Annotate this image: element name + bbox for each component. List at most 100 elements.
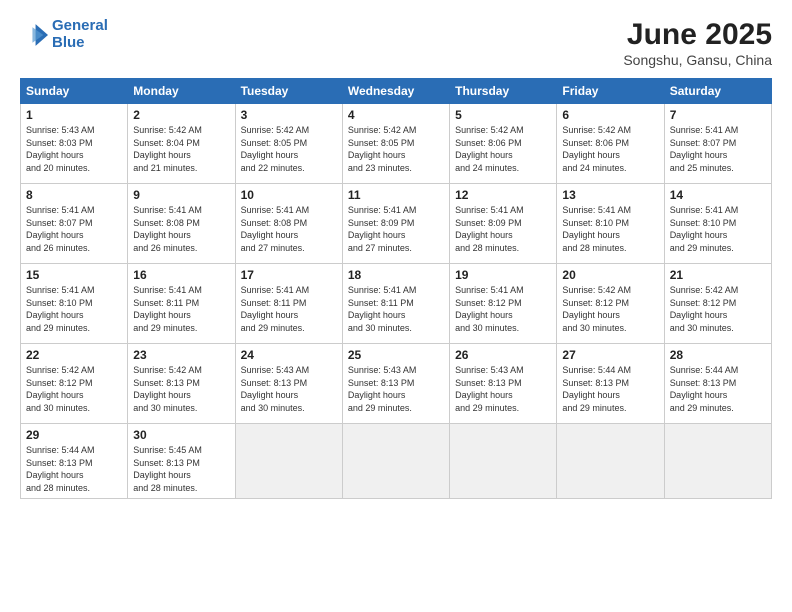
day-info: Sunrise: 5:43 AMSunset: 8:13 PMDaylight …: [455, 364, 551, 414]
calendar-cell: 14Sunrise: 5:41 AMSunset: 8:10 PMDayligh…: [664, 184, 771, 264]
calendar-cell: 30 Sunrise: 5:45 AMSunset: 8:13 PMDayligh…: [128, 424, 235, 499]
day-number: 6: [562, 108, 658, 122]
calendar-cell: [450, 424, 557, 499]
calendar-cell: 22 Sunrise: 5:42 AMSunset: 8:12 PMDayligh…: [21, 344, 128, 424]
day-number: 26: [455, 348, 551, 362]
calendar: SundayMondayTuesdayWednesdayThursdayFrid…: [20, 78, 772, 499]
calendar-cell: 16 Sunrise: 5:41 AMSunset: 8:11 PMDayligh…: [128, 264, 235, 344]
page: General Blue June 2025 Songshu, Gansu, C…: [0, 0, 792, 612]
day-number: 21: [670, 268, 766, 282]
calendar-week-row: 8 Sunrise: 5:41 AMSunset: 8:07 PMDaylight…: [21, 184, 772, 264]
calendar-cell: 4 Sunrise: 5:42 AMSunset: 8:05 PMDaylight…: [342, 104, 449, 184]
calendar-day-header: Saturday: [664, 79, 771, 104]
day-number: 11: [348, 188, 444, 202]
day-info: Sunrise: 5:41 AMSunset: 8:12 PMDaylight …: [455, 284, 551, 334]
calendar-day-header: Tuesday: [235, 79, 342, 104]
calendar-cell: 10 Sunrise: 5:41 AMSunset: 8:08 PMDayligh…: [235, 184, 342, 264]
main-title: June 2025: [623, 18, 772, 52]
header: General Blue June 2025 Songshu, Gansu, C…: [20, 18, 772, 68]
day-number: 16: [133, 268, 229, 282]
logo-text: General Blue: [52, 18, 108, 51]
day-number: 15: [26, 268, 122, 282]
calendar-cell: 12Sunrise: 5:41 AMSunset: 8:09 PMDayligh…: [450, 184, 557, 264]
calendar-cell: 5Sunrise: 5:42 AMSunset: 8:06 PMDaylight…: [450, 104, 557, 184]
day-info: Sunrise: 5:42 AMSunset: 8:04 PMDaylight …: [133, 124, 229, 174]
day-number: 13: [562, 188, 658, 202]
calendar-cell: 7Sunrise: 5:41 AMSunset: 8:07 PMDaylight…: [664, 104, 771, 184]
calendar-cell: 2 Sunrise: 5:42 AMSunset: 8:04 PMDaylight…: [128, 104, 235, 184]
logo: General Blue: [20, 18, 108, 51]
calendar-cell: 26 Sunrise: 5:43 AMSunset: 8:13 PMDayligh…: [450, 344, 557, 424]
title-block: June 2025 Songshu, Gansu, China: [623, 18, 772, 68]
day-info: Sunrise: 5:42 AMSunset: 8:05 PMDaylight …: [241, 124, 337, 174]
calendar-cell: 9 Sunrise: 5:41 AMSunset: 8:08 PMDaylight…: [128, 184, 235, 264]
day-info: Sunrise: 5:43 AMSunset: 8:13 PMDaylight …: [241, 364, 337, 414]
calendar-header-row: SundayMondayTuesdayWednesdayThursdayFrid…: [21, 79, 772, 104]
calendar-cell: 19 Sunrise: 5:41 AMSunset: 8:12 PMDayligh…: [450, 264, 557, 344]
calendar-cell: 23 Sunrise: 5:42 AMSunset: 8:13 PMDayligh…: [128, 344, 235, 424]
day-number: 23: [133, 348, 229, 362]
calendar-cell: 6 Sunrise: 5:42 AMSunset: 8:06 PMDaylight…: [557, 104, 664, 184]
calendar-day-header: Sunday: [21, 79, 128, 104]
day-info: Sunrise: 5:41 AMSunset: 8:08 PMDaylight …: [241, 204, 337, 254]
calendar-week-row: 1Sunrise: 5:43 AMSunset: 8:03 PMDaylight…: [21, 104, 772, 184]
calendar-week-row: 29Sunrise: 5:44 AMSunset: 8:13 PMDayligh…: [21, 424, 772, 499]
day-info: Sunrise: 5:41 AMSunset: 8:10 PMDaylight …: [26, 284, 122, 334]
day-number: 22: [26, 348, 122, 362]
day-info: Sunrise: 5:41 AMSunset: 8:11 PMDaylight …: [133, 284, 229, 334]
day-number: 8: [26, 188, 122, 202]
calendar-cell: 20 Sunrise: 5:42 AMSunset: 8:12 PMDayligh…: [557, 264, 664, 344]
logo-line1: General: [52, 17, 108, 34]
day-info: Sunrise: 5:41 AMSunset: 8:09 PMDaylight …: [348, 204, 444, 254]
day-number: 20: [562, 268, 658, 282]
day-number: 28: [670, 348, 766, 362]
calendar-week-row: 15 Sunrise: 5:41 AMSunset: 8:10 PMDayligh…: [21, 264, 772, 344]
calendar-cell: [235, 424, 342, 499]
calendar-cell: 15 Sunrise: 5:41 AMSunset: 8:10 PMDayligh…: [21, 264, 128, 344]
day-number: 1: [26, 108, 122, 122]
calendar-day-header: Friday: [557, 79, 664, 104]
day-number: 2: [133, 108, 229, 122]
day-info: Sunrise: 5:41 AMSunset: 8:11 PMDaylight …: [241, 284, 337, 334]
calendar-cell: [342, 424, 449, 499]
day-number: 24: [241, 348, 337, 362]
calendar-cell: [557, 424, 664, 499]
calendar-day-header: Monday: [128, 79, 235, 104]
logo-icon: [20, 21, 48, 49]
day-number: 30: [133, 428, 229, 442]
calendar-cell: 24 Sunrise: 5:43 AMSunset: 8:13 PMDayligh…: [235, 344, 342, 424]
day-number: 10: [241, 188, 337, 202]
day-number: 9: [133, 188, 229, 202]
day-info: Sunrise: 5:41 AMSunset: 8:10 PMDaylight …: [562, 204, 658, 254]
calendar-cell: 11 Sunrise: 5:41 AMSunset: 8:09 PMDayligh…: [342, 184, 449, 264]
day-info: Sunrise: 5:41 AMSunset: 8:08 PMDaylight …: [133, 204, 229, 254]
calendar-cell: 18 Sunrise: 5:41 AMSunset: 8:11 PMDayligh…: [342, 264, 449, 344]
day-number: 4: [348, 108, 444, 122]
calendar-cell: 21Sunrise: 5:42 AMSunset: 8:12 PMDayligh…: [664, 264, 771, 344]
day-info: Sunrise: 5:42 AMSunset: 8:12 PMDaylight …: [26, 364, 122, 414]
day-info: Sunrise: 5:44 AMSunset: 8:13 PMDaylight …: [670, 364, 766, 414]
calendar-cell: 25Sunrise: 5:43 AMSunset: 8:13 PMDayligh…: [342, 344, 449, 424]
day-info: Sunrise: 5:42 AMSunset: 8:12 PMDaylight …: [562, 284, 658, 334]
calendar-cell: 28 Sunrise: 5:44 AMSunset: 8:13 PMDayligh…: [664, 344, 771, 424]
day-info: Sunrise: 5:42 AMSunset: 8:06 PMDaylight …: [562, 124, 658, 174]
day-info: Sunrise: 5:41 AMSunset: 8:10 PMDaylight …: [670, 204, 766, 254]
calendar-cell: [664, 424, 771, 499]
day-number: 27: [562, 348, 658, 362]
day-info: Sunrise: 5:42 AMSunset: 8:13 PMDaylight …: [133, 364, 229, 414]
logo-line2: Blue: [52, 34, 85, 51]
calendar-cell: 13 Sunrise: 5:41 AMSunset: 8:10 PMDayligh…: [557, 184, 664, 264]
day-info: Sunrise: 5:41 AMSunset: 8:11 PMDaylight …: [348, 284, 444, 334]
calendar-week-row: 22 Sunrise: 5:42 AMSunset: 8:12 PMDayligh…: [21, 344, 772, 424]
day-number: 19: [455, 268, 551, 282]
calendar-cell: 29Sunrise: 5:44 AMSunset: 8:13 PMDayligh…: [21, 424, 128, 499]
day-number: 18: [348, 268, 444, 282]
day-info: Sunrise: 5:45 AMSunset: 8:13 PMDaylight …: [133, 444, 229, 494]
calendar-day-header: Wednesday: [342, 79, 449, 104]
day-info: Sunrise: 5:41 AMSunset: 8:07 PMDaylight …: [670, 124, 766, 174]
calendar-cell: 1Sunrise: 5:43 AMSunset: 8:03 PMDaylight…: [21, 104, 128, 184]
day-number: 29: [26, 428, 122, 442]
day-info: Sunrise: 5:41 AMSunset: 8:07 PMDaylight …: [26, 204, 122, 254]
day-number: 3: [241, 108, 337, 122]
day-info: Sunrise: 5:42 AMSunset: 8:05 PMDaylight …: [348, 124, 444, 174]
